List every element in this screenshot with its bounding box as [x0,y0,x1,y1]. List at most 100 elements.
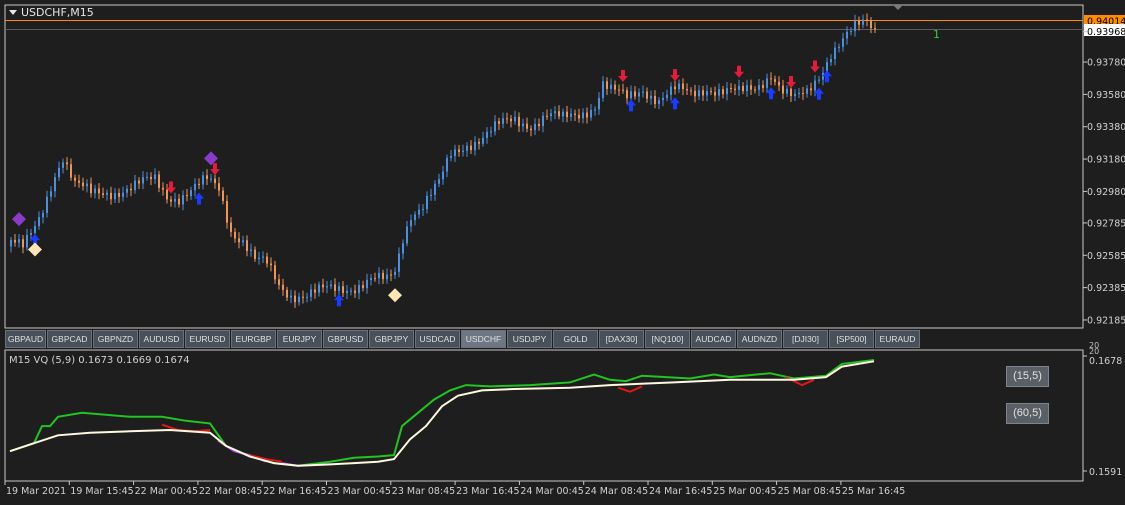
candle-body [446,157,448,172]
candle-body [86,183,88,187]
candle-body [114,192,116,200]
symbol-button-eurusd[interactable]: EURUSD [185,330,230,348]
candle-body [110,192,112,200]
symbol-button-sp500[interactable]: [SP500] [829,330,874,348]
symbol-button-gbpnzd[interactable]: GBPNZD [93,330,138,348]
symbol-button-nq100[interactable]: [NQ100] [645,330,690,348]
metatrader-chart-window: USDCHF,M15 1 0.94014 0.93968 0.93780 0.935… [0,0,1125,501]
price-axis-label: 0.93180 [1087,155,1125,166]
candle-body [398,253,400,272]
candle-body [174,198,176,202]
symbol-button-eurjpy[interactable]: EURJPY [277,330,322,348]
candle-body [754,89,756,91]
candle-body [606,81,608,89]
candle-body [778,81,780,86]
candle-body [330,284,332,287]
candle-body [502,118,504,124]
candle-body [30,232,32,235]
symbol-button-gold[interactable]: GOLD [553,330,598,348]
time-axis-label: 24 Mar 16:45 [649,486,712,497]
indicator-axis-small-bottom: 20 [1089,347,1099,356]
candle-body [62,162,64,168]
candle-body [342,286,344,294]
candle-body [302,296,304,298]
candle-body [358,285,360,294]
candle-body [666,94,668,99]
candle-body [154,174,156,180]
symbol-button-audnzd[interactable]: AUDNZD [737,330,782,348]
candle-body [518,116,520,127]
candle-body [638,92,640,97]
symbol-button-audcad[interactable]: AUDCAD [691,330,736,348]
candle-body [362,285,364,289]
candle-body [630,91,632,99]
candle-body [670,86,672,95]
candle-body [134,180,136,191]
symbol-button-eurgbp[interactable]: EURGBP [231,330,276,348]
candle-body [162,187,164,190]
price-axis-label: 0.93380 [1087,122,1125,133]
candle-body [338,286,340,291]
candle-body [294,295,296,303]
candle-body [678,83,680,90]
candle-body [390,274,392,276]
candle-body [382,272,384,280]
candle-body [214,178,216,184]
candle-body [626,90,628,99]
candle-body [410,220,412,227]
candle-body [690,90,692,92]
candle-body [230,222,232,232]
candle-body [774,79,776,82]
candle-body [126,188,128,193]
candle-body [458,149,460,152]
price-panel[interactable]: USDCHF,M15 1 [4,4,1084,329]
candle-body [334,284,336,291]
candle-body [806,88,808,94]
candle-body [418,209,420,215]
candle-body [102,193,104,195]
candle-body [22,239,24,248]
candle-body [442,171,444,180]
candle-body [722,89,724,95]
price-axis-label: 0.92185 [1087,315,1125,326]
symbol-button-dji30[interactable]: [DJI30] [783,330,828,348]
candle-body [298,296,300,303]
candle-body [186,195,188,197]
symbol-button-gbpjpy[interactable]: GBPJPY [369,330,414,348]
indicator-panel[interactable]: M15 VQ (5,9) 0.1673 0.1669 0.1674 20 0.1… [4,341,1122,482]
time-axis-label: 25 Mar 00:45 [713,486,776,497]
candle-body [542,115,544,127]
candle-body [674,86,676,90]
vq-15-5-button[interactable]: (15,5) [1006,366,1049,387]
candle-body [634,91,636,97]
candle-body [762,85,764,88]
candle-body [874,28,876,30]
symbol-button-gbpcad[interactable]: GBPCAD [47,330,92,348]
candle-body [454,149,456,157]
vq-60-5-button[interactable]: (60,5) [1006,403,1049,424]
candle-body [854,20,856,32]
candle-body [578,114,580,119]
candle-body [366,279,368,289]
candle-body [598,97,600,110]
candle-body [782,85,784,94]
symbol-button-euraud[interactable]: EURAUD [875,330,920,348]
candle-body [122,192,124,197]
candle-body [250,249,252,252]
symbol-button-gbpusd[interactable]: GBPUSD [323,330,368,348]
candle-body [770,78,772,80]
price-axis-label: 0.93580 [1087,90,1125,101]
candle-body [246,240,248,252]
symbol-button-dax30[interactable]: [DAX30] [599,330,644,348]
symbol-button-usdjpy[interactable]: USDJPY [507,330,552,348]
symbol-button-usdchf[interactable]: USDCHF [461,330,506,348]
symbol-button-usdcad[interactable]: USDCAD [415,330,460,348]
symbol-button-gbpaud[interactable]: GBPAUD [5,330,46,348]
candle-body [50,191,52,197]
candle-body [42,212,44,218]
symbol-button-audusd[interactable]: AUDUSD [139,330,184,348]
candle-body [306,296,308,298]
price-axis-label: 0.93968 [1087,27,1125,38]
candle-body [378,272,380,279]
candle-body [794,93,796,97]
